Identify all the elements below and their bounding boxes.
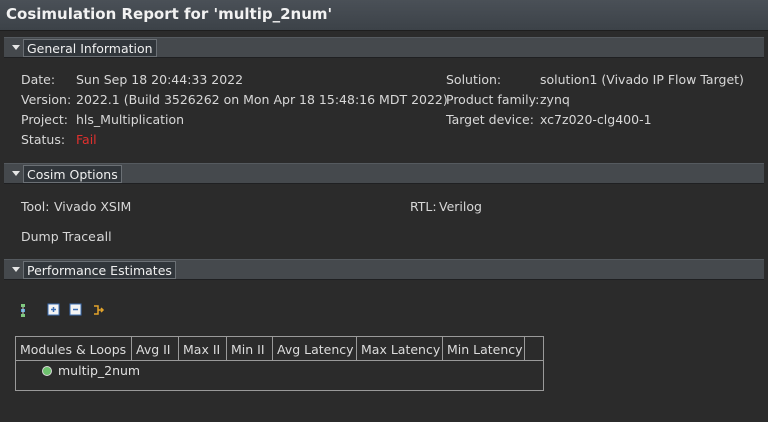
solution-label: Solution:	[446, 72, 502, 87]
collapse-triangle-icon[interactable]	[10, 263, 22, 275]
section-header-performance-estimates[interactable]: Performance Estimates	[4, 259, 764, 280]
tool-value: Vivado XSIM	[54, 199, 132, 214]
product-family-value: zynq	[540, 92, 570, 107]
performance-table: Modules & Loops Avg II Max II Min II Avg…	[15, 336, 544, 391]
status-dot-icon	[42, 366, 52, 376]
collapse-all-icon[interactable]	[69, 303, 83, 317]
column-header-avg-ii[interactable]: Avg II	[132, 337, 179, 361]
collapse-triangle-icon[interactable]	[10, 167, 22, 179]
section-title: General Information	[23, 39, 157, 57]
hierarchy-icon[interactable]	[18, 303, 32, 317]
column-header-min-ii[interactable]: Min II	[227, 337, 273, 361]
solution-value: solution1 (Vivado IP Flow Target)	[540, 72, 744, 87]
status-label: Status:	[21, 132, 66, 147]
version-value: 2022.1 (Build 3526262 on Mon Apr 18 15:4…	[76, 92, 448, 107]
project-label: Project:	[21, 112, 68, 127]
target-device-value: xc7z020-clg400-1	[540, 112, 652, 127]
page-title: Cosimulation Report for 'multip_2num'	[6, 5, 333, 23]
dump-trace-label: Dump Trace:	[21, 229, 101, 244]
column-header-min-latency[interactable]: Min Latency	[443, 337, 525, 361]
version-label: Version:	[21, 92, 72, 107]
expand-all-icon[interactable]	[47, 303, 61, 317]
dump-trace-value: all	[97, 229, 112, 244]
column-header-modules-loops[interactable]: Modules & Loops	[16, 337, 132, 361]
rtl-label: RTL:	[410, 199, 437, 214]
collapse-triangle-icon[interactable]	[10, 41, 22, 53]
date-label: Date:	[21, 72, 56, 87]
section-title: Cosim Options	[23, 165, 122, 183]
project-value: hls_Multiplication	[76, 112, 185, 127]
table-header: Modules & Loops Avg II Max II Min II Avg…	[16, 337, 543, 361]
status-value: Fail	[76, 132, 97, 147]
column-header-max-ii[interactable]: Max II	[179, 337, 227, 361]
tool-label: Tool:	[21, 199, 50, 214]
rtl-value: Verilog	[439, 199, 482, 214]
section-title: Performance Estimates	[23, 261, 176, 279]
target-device-label: Target device:	[446, 112, 534, 127]
product-family-label: Product family:	[446, 92, 540, 107]
column-header-max-latency[interactable]: Max Latency	[357, 337, 443, 361]
show-details-icon[interactable]	[92, 303, 106, 317]
column-header-avg-latency[interactable]: Avg Latency	[273, 337, 357, 361]
date-value: Sun Sep 18 20:44:33 2022	[76, 72, 244, 87]
column-header-filler	[525, 337, 543, 361]
report-title-bar: Cosimulation Report for 'multip_2num'	[0, 0, 768, 31]
section-header-general-information[interactable]: General Information	[4, 37, 764, 58]
module-name[interactable]: multip_2num	[58, 363, 140, 378]
section-header-cosim-options[interactable]: Cosim Options	[4, 163, 764, 184]
